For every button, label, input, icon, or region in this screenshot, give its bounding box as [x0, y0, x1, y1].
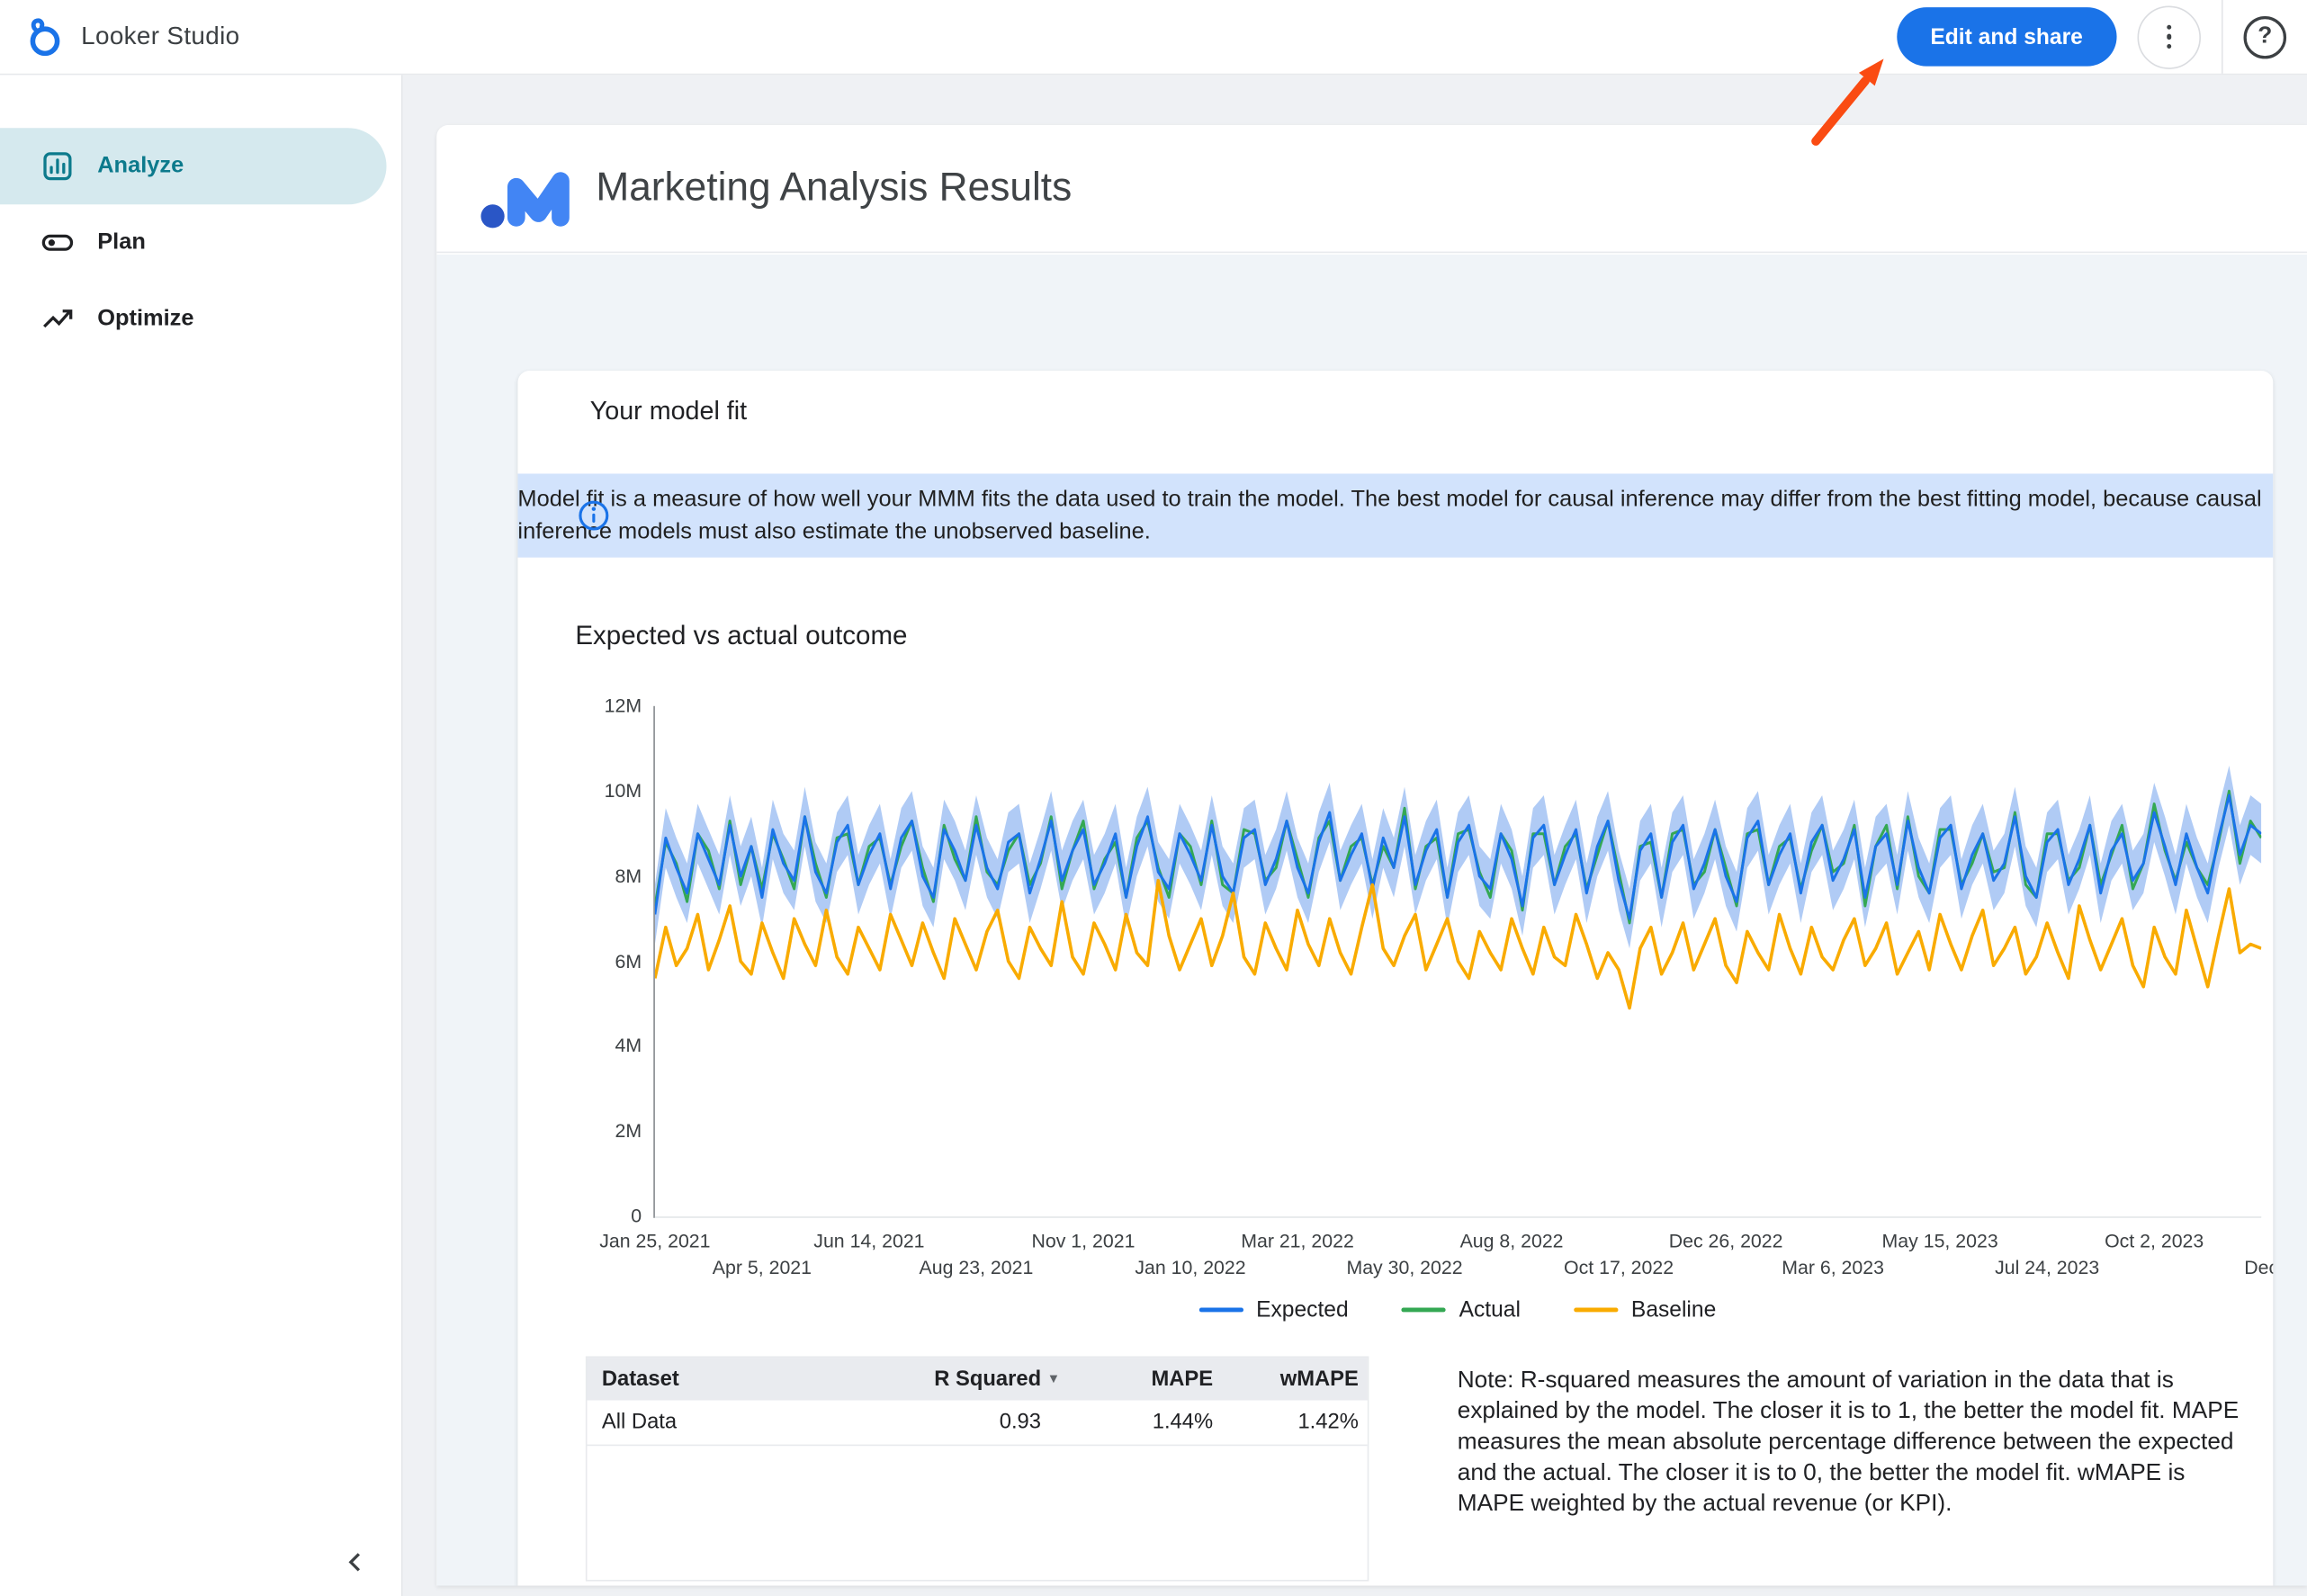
kebab-dot — [2167, 24, 2172, 30]
legend-item-baseline[interactable]: Baseline — [1574, 1297, 1716, 1323]
sidebar-item-plan[interactable]: Plan — [0, 204, 387, 281]
x-tick-label: Aug 8, 2022 — [1460, 1230, 1564, 1252]
x-tick-label: Apr 5, 2021 — [713, 1256, 812, 1278]
left-nav-sidebar: Analyze Plan Optimize — [0, 75, 403, 1596]
legend-label: Baseline — [1631, 1297, 1716, 1323]
sidebar-item-optimize[interactable]: Optimize — [0, 281, 387, 357]
info-banner-text: Model fit is a measure of how well your … — [517, 484, 2273, 547]
legend-label: Actual — [1459, 1297, 1521, 1323]
topbar-actions: Edit and share ? — [1897, 0, 2286, 74]
y-tick-label: 2M — [524, 1119, 642, 1142]
toggle-icon — [40, 225, 75, 260]
legend-swatch — [1198, 1308, 1243, 1313]
card-title: Your model fit — [590, 396, 747, 426]
analytics-icon — [40, 148, 75, 184]
kebab-dot — [2167, 44, 2172, 49]
x-tick-label: Oct 17, 2022 — [1564, 1256, 1674, 1278]
info-banner: Model fit is a measure of how well your … — [517, 473, 2273, 557]
table-row: All Data 0.93 1.44% 1.42% — [587, 1401, 1367, 1447]
legend-item-expected[interactable]: Expected — [1198, 1297, 1348, 1323]
x-tick-label: Jul 24, 2023 — [1995, 1256, 2099, 1278]
note-text: Note: R-squared measures the amount of v… — [1458, 1365, 2249, 1520]
x-tick-label: Aug 23, 2021 — [920, 1256, 1034, 1278]
y-tick-label: 6M — [524, 949, 642, 972]
app-window: Looker Studio Edit and share ? Analyze — [0, 0, 2307, 1596]
cell-r-squared: 0.93 — [822, 1411, 1073, 1434]
marketing-platform-logo-icon — [480, 156, 574, 237]
chart-plot[interactable] — [655, 706, 2261, 1216]
looker-studio-logo-icon[interactable] — [21, 14, 65, 58]
x-tick-label: Dec — [2244, 1256, 2273, 1278]
x-tick-label: Oct 2, 2023 — [2105, 1230, 2204, 1252]
x-tick-label: May 15, 2023 — [1882, 1230, 1998, 1252]
app-title: Looker Studio — [81, 22, 239, 52]
legend-item-actual[interactable]: Actual — [1402, 1297, 1521, 1323]
column-header-wmape[interactable]: wMAPE — [1234, 1367, 1368, 1391]
chart-title: Expected vs actual outcome — [575, 621, 907, 651]
x-tick-label: May 30, 2022 — [1346, 1256, 1462, 1278]
report-page: Marketing Analysis Results Your model fi… — [436, 125, 2307, 1586]
info-icon — [577, 498, 611, 540]
cell-mape: 1.44% — [1072, 1411, 1234, 1434]
y-tick-label: 0 — [524, 1205, 642, 1227]
model-fit-card: Your model fit Model fit is a measure of… — [517, 371, 2273, 1586]
more-options-button[interactable] — [2137, 5, 2200, 68]
top-app-bar: Looker Studio Edit and share ? — [0, 0, 2307, 75]
x-tick-label: Nov 1, 2021 — [1031, 1230, 1135, 1252]
x-tick-label: Jan 25, 2021 — [599, 1230, 710, 1252]
sidebar-item-label: Analyze — [97, 153, 184, 179]
legend-swatch — [1574, 1308, 1618, 1313]
collapse-sidebar-button[interactable] — [330, 1538, 381, 1588]
edit-and-share-button[interactable]: Edit and share — [1897, 7, 2117, 66]
sidebar-item-analyze[interactable]: Analyze — [0, 128, 387, 204]
x-axis-line — [655, 1216, 2261, 1218]
y-tick-label: 4M — [524, 1035, 642, 1057]
legend-label: Expected — [1256, 1297, 1349, 1323]
model-fit-table: Dataset R Squared ▼ MAPE wMAPE All Data … — [586, 1356, 1369, 1581]
y-tick-label: 10M — [524, 779, 642, 802]
report-body: Your model fit Model fit is a measure of… — [436, 255, 2307, 1586]
kebab-dot — [2167, 34, 2172, 40]
topbar-divider — [2222, 0, 2223, 74]
table-header-row: Dataset R Squared ▼ MAPE wMAPE — [587, 1358, 1367, 1400]
chart-legend: Expected Actual Baseline — [653, 1297, 2261, 1323]
y-tick-label: 8M — [524, 865, 642, 887]
chevron-left-icon — [339, 1546, 372, 1578]
x-tick-label: Jan 10, 2022 — [1135, 1256, 1245, 1278]
cell-wmape: 1.42% — [1234, 1411, 1368, 1434]
y-tick-label: 12M — [524, 695, 642, 717]
column-header-dataset[interactable]: Dataset — [587, 1367, 821, 1391]
sidebar-item-label: Plan — [97, 229, 146, 256]
report-canvas: Marketing Analysis Results Your model fi… — [403, 75, 2307, 1596]
trending-up-icon — [40, 301, 75, 336]
column-header-label: R Squared — [934, 1367, 1041, 1391]
x-tick-label: Jun 14, 2021 — [813, 1230, 924, 1252]
column-header-mape[interactable]: MAPE — [1072, 1367, 1234, 1391]
cell-dataset: All Data — [587, 1411, 821, 1434]
page-title: Marketing Analysis Results — [596, 165, 1072, 211]
report-header: Marketing Analysis Results — [436, 125, 2307, 253]
column-header-r-squared[interactable]: R Squared ▼ — [822, 1367, 1073, 1391]
screenshot-root: Looker Studio Edit and share ? Analyze — [0, 0, 2307, 1596]
x-tick-label: Mar 6, 2023 — [1782, 1256, 1884, 1278]
x-tick-label: Mar 21, 2022 — [1241, 1230, 1354, 1252]
help-icon[interactable]: ? — [2244, 15, 2287, 58]
sort-desc-icon: ▼ — [1047, 1372, 1061, 1385]
legend-swatch — [1402, 1308, 1446, 1313]
sidebar-item-label: Optimize — [97, 306, 193, 332]
x-tick-label: Dec 26, 2022 — [1669, 1230, 1783, 1252]
